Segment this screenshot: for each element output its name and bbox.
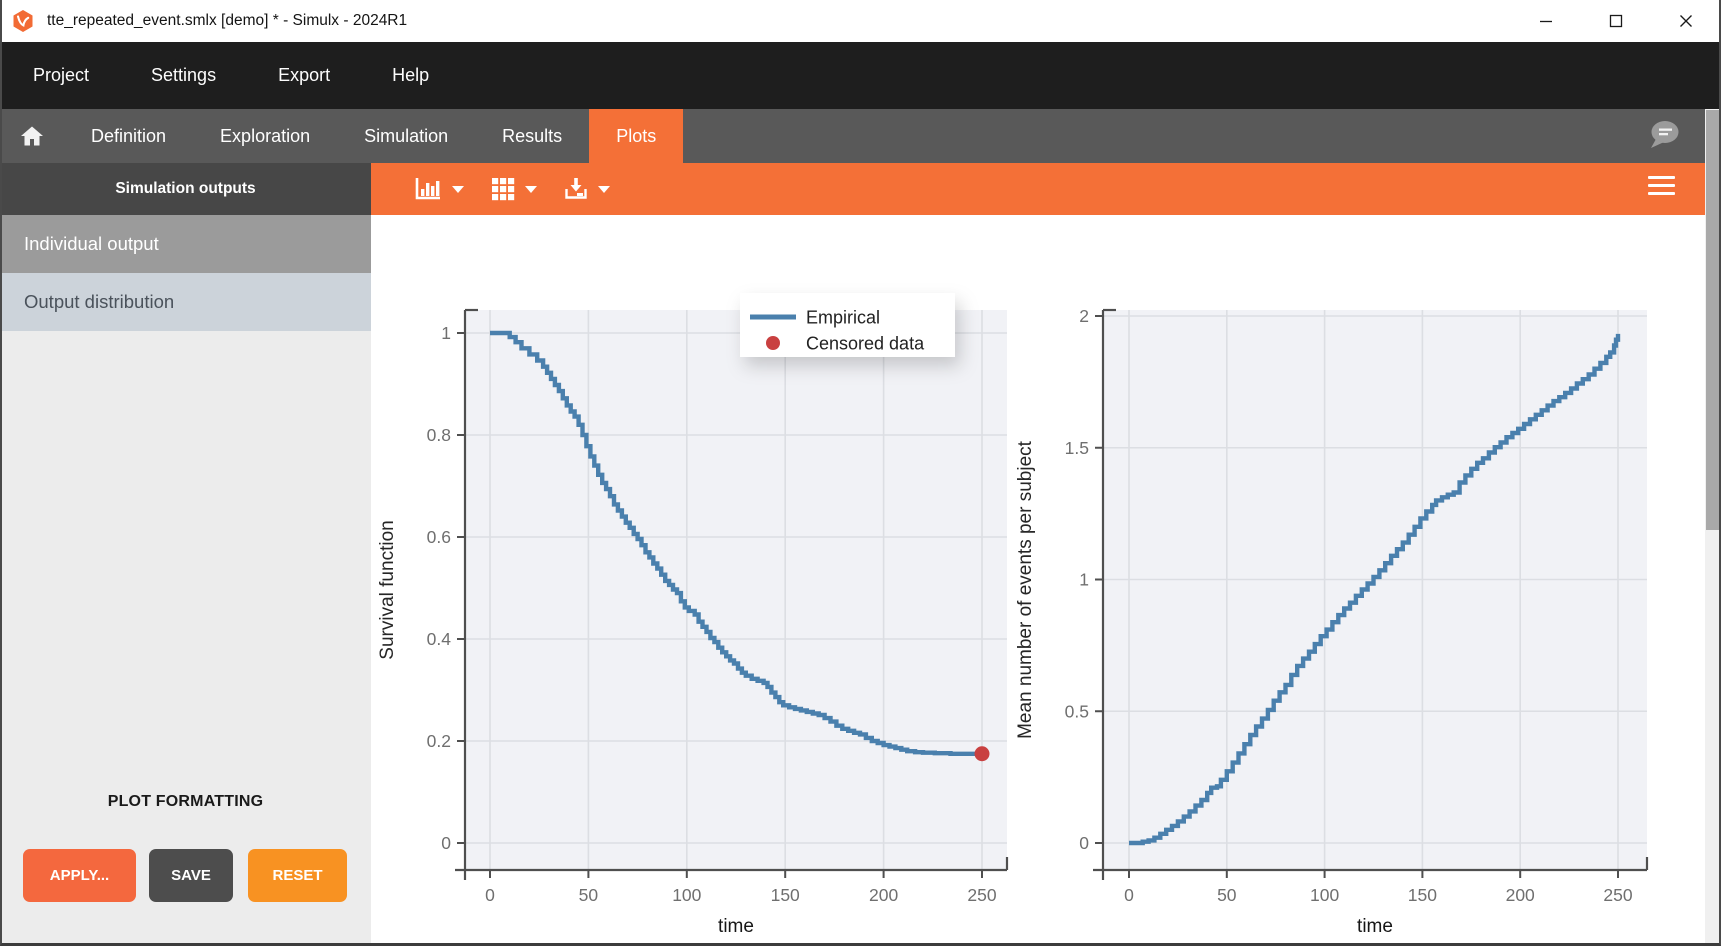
- tab-definition[interactable]: Definition: [64, 109, 193, 163]
- plot-formatting-buttons: APPLY... SAVE RESET: [23, 849, 347, 902]
- tab-results[interactable]: Results: [475, 109, 589, 163]
- chat-bubble-icon: [1647, 119, 1683, 151]
- window-controls: [1511, 0, 1721, 42]
- legend: Empirical Censored data: [740, 293, 955, 357]
- sidebar: Individual output Output distribution PL…: [0, 215, 371, 946]
- simulx-window: tte_repeated_event.smlx [demo] * - Simul…: [0, 0, 1721, 946]
- chevron-down-icon: [525, 186, 537, 193]
- charts-canvas: 05010015020025000.20.40.60.81timeSurviva…: [372, 215, 1705, 946]
- plot-settings-menu-button[interactable]: [1648, 176, 1675, 200]
- chart-mean-events: 0 50 100 150 200 250 0 0.5 1 1.5 2 time Mean number …: [1015, 306, 1647, 937]
- apply-button[interactable]: APPLY...: [23, 849, 136, 902]
- y-axis-label: Survival function: [377, 520, 398, 659]
- save-button[interactable]: SAVE: [149, 849, 233, 902]
- download-icon: [563, 176, 589, 202]
- tick-label-y: 0.5: [1065, 701, 1089, 721]
- close-icon: [1679, 14, 1693, 28]
- layout-grid-icon: [490, 176, 516, 202]
- charts-area: 05010015020025000.20.40.60.81timeSurviva…: [372, 215, 1705, 946]
- menu-bar: Project Settings Export Help: [0, 42, 1721, 109]
- menu-export[interactable]: Export: [278, 65, 330, 86]
- download-dropdown[interactable]: [563, 176, 610, 202]
- tick-label-x: 250: [1603, 885, 1632, 905]
- tick-label-y: 1: [1079, 570, 1089, 590]
- chart-type-dropdown[interactable]: [413, 176, 464, 202]
- tab-plots[interactable]: Plots: [589, 109, 683, 163]
- simulx-logo-icon: [11, 9, 35, 33]
- tick-label-x: 150: [771, 885, 800, 905]
- maximize-icon: [1609, 14, 1623, 28]
- plot-formatting-title: PLOT FORMATTING: [0, 793, 371, 811]
- plot-area: [465, 310, 1007, 870]
- close-button[interactable]: [1651, 0, 1721, 42]
- feedback-button[interactable]: [1647, 119, 1683, 156]
- tick-label-y: 0.4: [427, 629, 452, 649]
- menu-help[interactable]: Help: [392, 65, 429, 86]
- sidebar-item-individual-output[interactable]: Individual output: [0, 215, 371, 273]
- tick-label-x: 0: [485, 885, 495, 905]
- tick-label-y: 2: [1079, 306, 1089, 326]
- tick-label-x: 200: [869, 885, 898, 905]
- tick-label-x: 50: [579, 885, 599, 905]
- chevron-down-icon: [598, 186, 610, 193]
- tick-label-y: 0: [441, 833, 451, 853]
- legend-label: Censored data: [806, 334, 925, 354]
- legend-dot-sample: [766, 336, 780, 350]
- tick-label-y: 0.6: [427, 527, 451, 547]
- chevron-down-icon: [452, 186, 464, 193]
- tab-simulation[interactable]: Simulation: [337, 109, 475, 163]
- home-icon: [19, 124, 45, 148]
- window-title: tte_repeated_event.smlx [demo] * - Simul…: [47, 12, 407, 30]
- menu-project[interactable]: Project: [33, 65, 89, 86]
- tab-bar: Definition Exploration Simulation Result…: [0, 109, 1721, 163]
- hamburger-icon: [1648, 176, 1675, 179]
- layout-grid-dropdown[interactable]: [490, 176, 537, 202]
- reset-button[interactable]: RESET: [248, 849, 347, 902]
- chart-type-icon: [413, 176, 443, 202]
- chart-survival: 0 50 100 150 200 250 0 0.2 0.4 0.6 0.8 1 time Surviva…: [377, 293, 1007, 937]
- plots-toolbar: [371, 163, 1721, 215]
- title-bar: tte_repeated_event.smlx [demo] * - Simul…: [0, 0, 1721, 42]
- minimize-icon: [1539, 14, 1553, 28]
- x-axis-label: time: [718, 916, 754, 937]
- tick-label-y: 0.2: [427, 731, 451, 751]
- home-button[interactable]: [0, 109, 64, 163]
- sidebar-item-output-distribution[interactable]: Output distribution: [0, 273, 371, 331]
- minimize-button[interactable]: [1511, 0, 1581, 42]
- tick-label-y: 0.8: [427, 425, 451, 445]
- tick-label-x: 100: [1310, 885, 1339, 905]
- menu-settings[interactable]: Settings: [151, 65, 216, 86]
- legend-label: Empirical: [806, 308, 880, 328]
- scrollbar-thumb[interactable]: [1706, 110, 1720, 530]
- vertical-scrollbar: [1705, 109, 1721, 946]
- tick-label-y: 1: [441, 323, 451, 343]
- x-axis-label: time: [1357, 916, 1393, 937]
- tick-label-x: 200: [1506, 885, 1535, 905]
- tick-label-y: 1.5: [1065, 438, 1089, 458]
- sub-header-row: Simulation outputs: [0, 163, 1721, 215]
- maximize-button[interactable]: [1581, 0, 1651, 42]
- tick-label-x: 250: [967, 885, 996, 905]
- tick-label-x: 0: [1124, 885, 1134, 905]
- censored-data-point: [975, 746, 990, 761]
- tab-exploration[interactable]: Exploration: [193, 109, 337, 163]
- tick-label-x: 150: [1408, 885, 1437, 905]
- sidebar-section-title: Simulation outputs: [0, 163, 371, 215]
- y-axis-label: Mean number of events per subject: [1015, 440, 1036, 739]
- tick-label-x: 50: [1217, 885, 1237, 905]
- tick-label-x: 100: [672, 885, 701, 905]
- tick-label-y: 0: [1079, 833, 1089, 853]
